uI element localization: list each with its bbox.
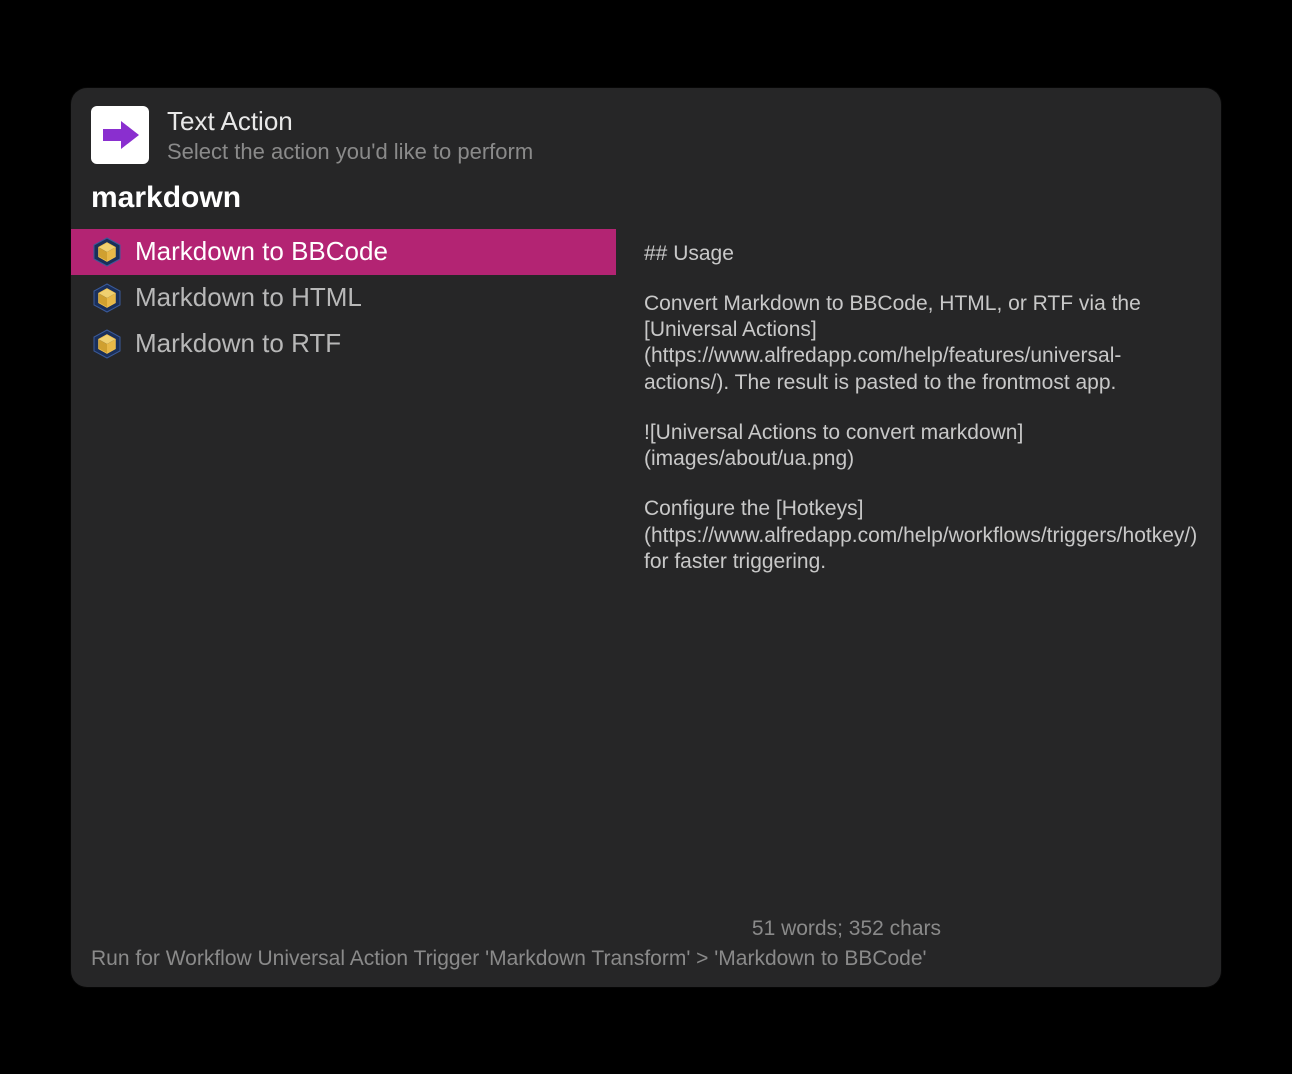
footer-path: Run for Workflow Universal Action Trigge… [91,947,1201,971]
list-item-markdown-to-html[interactable]: Markdown to HTML [71,275,616,321]
list-item-label: Markdown to HTML [135,282,362,313]
alfred-window: Text Action Select the action you'd like… [71,88,1221,987]
list-item-markdown-to-rtf[interactable]: Markdown to RTF [71,321,616,367]
preview-paragraph: ![Universal Actions to convert markdown]… [644,420,1197,473]
header: Text Action Select the action you'd like… [71,88,1221,173]
search-query[interactable]: markdown [71,173,1221,229]
footer: 51 words; 352 chars Run for Workflow Uni… [71,909,1221,987]
preview-pane: ## Usage Convert Markdown to BBCode, HTM… [616,229,1221,909]
list-item-markdown-to-bbcode[interactable]: Markdown to BBCode [71,229,616,275]
workflow-box-icon [91,282,123,314]
content: Markdown to BBCode Markdown to HTML [71,229,1221,909]
header-title: Text Action [167,106,533,137]
list-item-label: Markdown to RTF [135,328,341,359]
preview-paragraph: Convert Markdown to BBCode, HTML, or RTF… [644,291,1197,396]
footer-stats: 51 words; 352 chars [91,917,1201,941]
text-action-icon [91,106,149,164]
action-list: Markdown to BBCode Markdown to HTML [71,229,616,909]
preview-paragraph: ## Usage [644,241,1197,267]
workflow-box-icon [91,236,123,268]
header-subtitle: Select the action you'd like to perform [167,139,533,165]
preview-paragraph: Configure the [Hotkeys](https://www.alfr… [644,496,1197,575]
header-text: Text Action Select the action you'd like… [167,106,533,165]
workflow-box-icon [91,328,123,360]
list-item-label: Markdown to BBCode [135,236,388,267]
